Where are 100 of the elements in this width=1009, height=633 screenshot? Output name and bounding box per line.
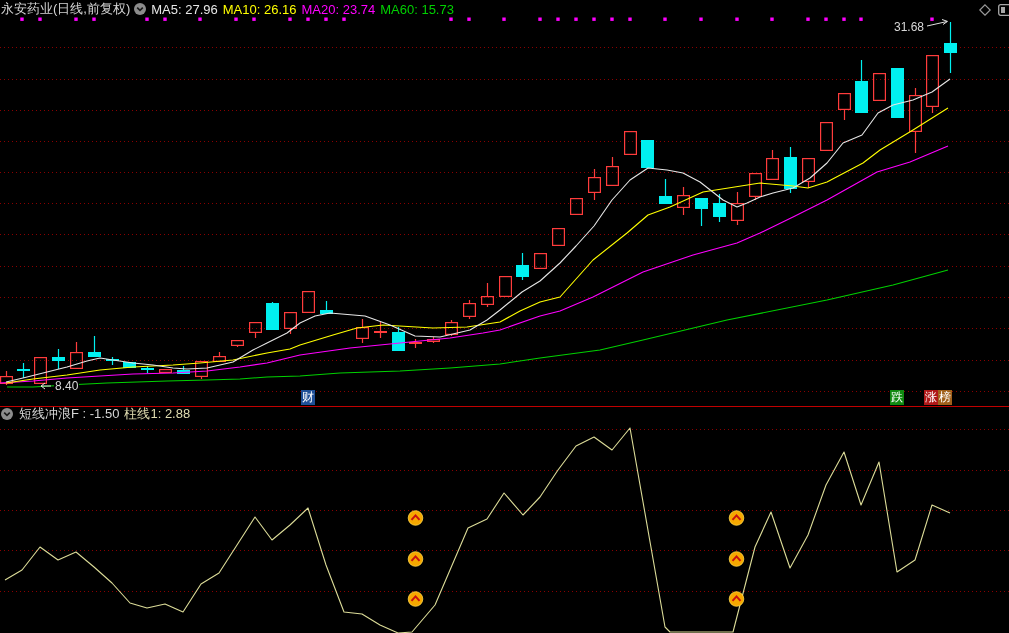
signal-marker-icon	[699, 17, 703, 21]
signal-marker-icon	[163, 17, 167, 21]
candlestick	[731, 191, 744, 226]
candlestick	[677, 186, 690, 216]
signal-marker-icon	[198, 17, 202, 21]
signal-marker-icon	[806, 17, 810, 21]
leader-arrow	[926, 19, 948, 27]
signal-marker-icon	[628, 17, 632, 21]
ma-legend-label: MA20: 23.74	[301, 1, 376, 17]
chevron-up-icon	[407, 510, 424, 526]
candlestick	[909, 87, 922, 154]
signal-marker-icon	[538, 17, 542, 21]
candlestick	[499, 276, 512, 297]
chevron-down-icon[interactable]	[134, 3, 147, 15]
candlestick	[820, 122, 833, 151]
event-tag: 跌	[890, 390, 904, 405]
signal-marker-icon	[252, 17, 256, 21]
candlestick	[873, 73, 886, 101]
signal-marker-icon	[930, 17, 934, 21]
signal-marker-icon	[859, 17, 863, 21]
candlestick	[588, 168, 601, 201]
candlestick	[606, 156, 619, 186]
candlestick	[356, 318, 369, 344]
event-tag: 榜	[938, 390, 952, 405]
candlestick	[463, 299, 476, 320]
candlestick	[141, 365, 154, 374]
candlestick	[516, 252, 529, 281]
signal-marker-icon	[824, 17, 828, 21]
signal-marker-icon	[610, 17, 614, 21]
chart-title: 永安药业(日线,前复权)	[1, 0, 131, 18]
signal-marker-icon	[234, 17, 238, 21]
panel-icon[interactable]	[998, 4, 1009, 16]
signal-marker-icon	[324, 17, 328, 21]
signal-marker-icon	[842, 17, 846, 21]
candlestick	[926, 55, 939, 114]
candlestick	[624, 131, 637, 155]
candlestick	[213, 351, 226, 362]
signal-marker-icon	[288, 17, 292, 21]
candlestick	[427, 336, 440, 344]
candlestick	[0, 370, 13, 386]
signal-marker-icon	[74, 17, 78, 21]
candlestick	[838, 93, 851, 121]
signal-marker-icon	[770, 17, 774, 21]
candlestick	[481, 282, 494, 308]
candlestick	[445, 319, 458, 337]
signal-marker-icon	[592, 17, 596, 21]
chevron-up-icon	[407, 591, 424, 607]
ma-legend-label: MA5: 27.96	[151, 1, 218, 17]
candlestick	[231, 340, 244, 348]
candlestick	[409, 338, 422, 349]
candlestick	[534, 253, 547, 269]
ma-legend-label: MA10: 26.16	[222, 1, 297, 17]
candlestick	[70, 341, 83, 369]
candlestick	[570, 198, 583, 215]
candlestick	[302, 291, 315, 313]
diamond-icon[interactable]	[979, 4, 991, 16]
signal-marker-icon	[38, 17, 42, 21]
candlestick	[34, 357, 47, 384]
candlestick	[88, 335, 101, 358]
candlestick	[695, 197, 708, 227]
candlestick	[123, 361, 136, 369]
candlestick	[552, 228, 565, 246]
signal-marker-icon	[342, 17, 346, 21]
signal-marker-icon	[663, 17, 667, 21]
ma-legend-label: MA60: 15.73	[380, 1, 454, 17]
candlestick	[713, 193, 726, 223]
high-price-label: 31.68	[893, 21, 926, 33]
chevron-up-icon	[728, 551, 745, 567]
candlestick	[784, 146, 797, 194]
indicator-legend-label: 柱线1: 2.88	[124, 405, 191, 423]
signal-marker-icon	[449, 17, 453, 21]
candlestick	[891, 67, 904, 119]
candlestick	[249, 322, 262, 339]
candlestick	[177, 365, 190, 375]
signal-marker-icon	[306, 17, 310, 21]
candlestick	[266, 301, 279, 331]
candlestick	[284, 312, 297, 335]
candlestick	[659, 178, 672, 205]
candlestick	[944, 21, 957, 74]
signal-marker-icon	[574, 17, 578, 21]
chevron-up-icon	[728, 591, 745, 607]
candlestick	[320, 300, 333, 315]
candlestick	[855, 59, 868, 114]
leader-arrow	[40, 382, 52, 390]
candlestick	[195, 361, 208, 380]
low-price-label: 8.40	[54, 380, 80, 392]
candlestick	[392, 326, 405, 352]
chevron-up-icon	[407, 551, 424, 567]
candlestick	[17, 362, 30, 379]
signal-marker-icon	[556, 17, 560, 21]
signal-marker-icon	[467, 17, 471, 21]
candlestick	[766, 149, 779, 180]
candlestick	[159, 369, 172, 373]
signal-marker-icon	[735, 17, 739, 21]
candlestick	[52, 348, 65, 370]
candlestick	[374, 321, 387, 339]
signal-marker-icon	[145, 17, 149, 21]
chevron-up-icon	[728, 510, 745, 526]
candlestick	[802, 158, 815, 189]
chevron-down-icon[interactable]	[1, 408, 13, 420]
